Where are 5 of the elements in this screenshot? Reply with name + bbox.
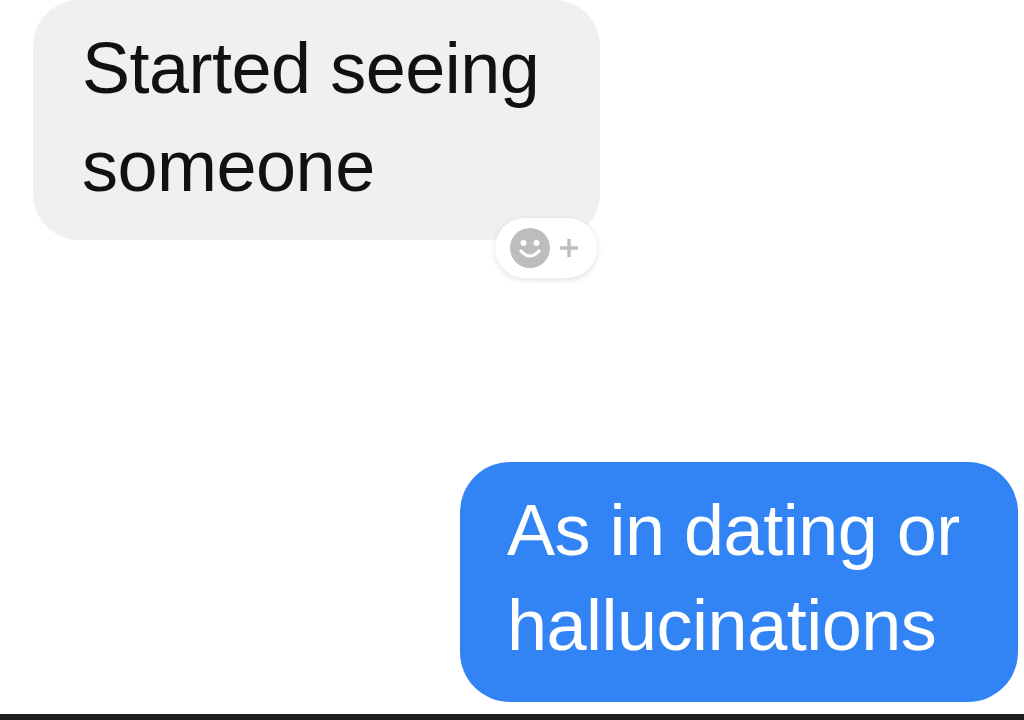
smiley-icon [510, 228, 550, 268]
plus-icon [560, 239, 578, 257]
message-text: As in dating or hallucinations [507, 489, 961, 667]
message-text: Started seeing someone [82, 27, 541, 208]
add-reaction-button[interactable] [495, 218, 597, 278]
